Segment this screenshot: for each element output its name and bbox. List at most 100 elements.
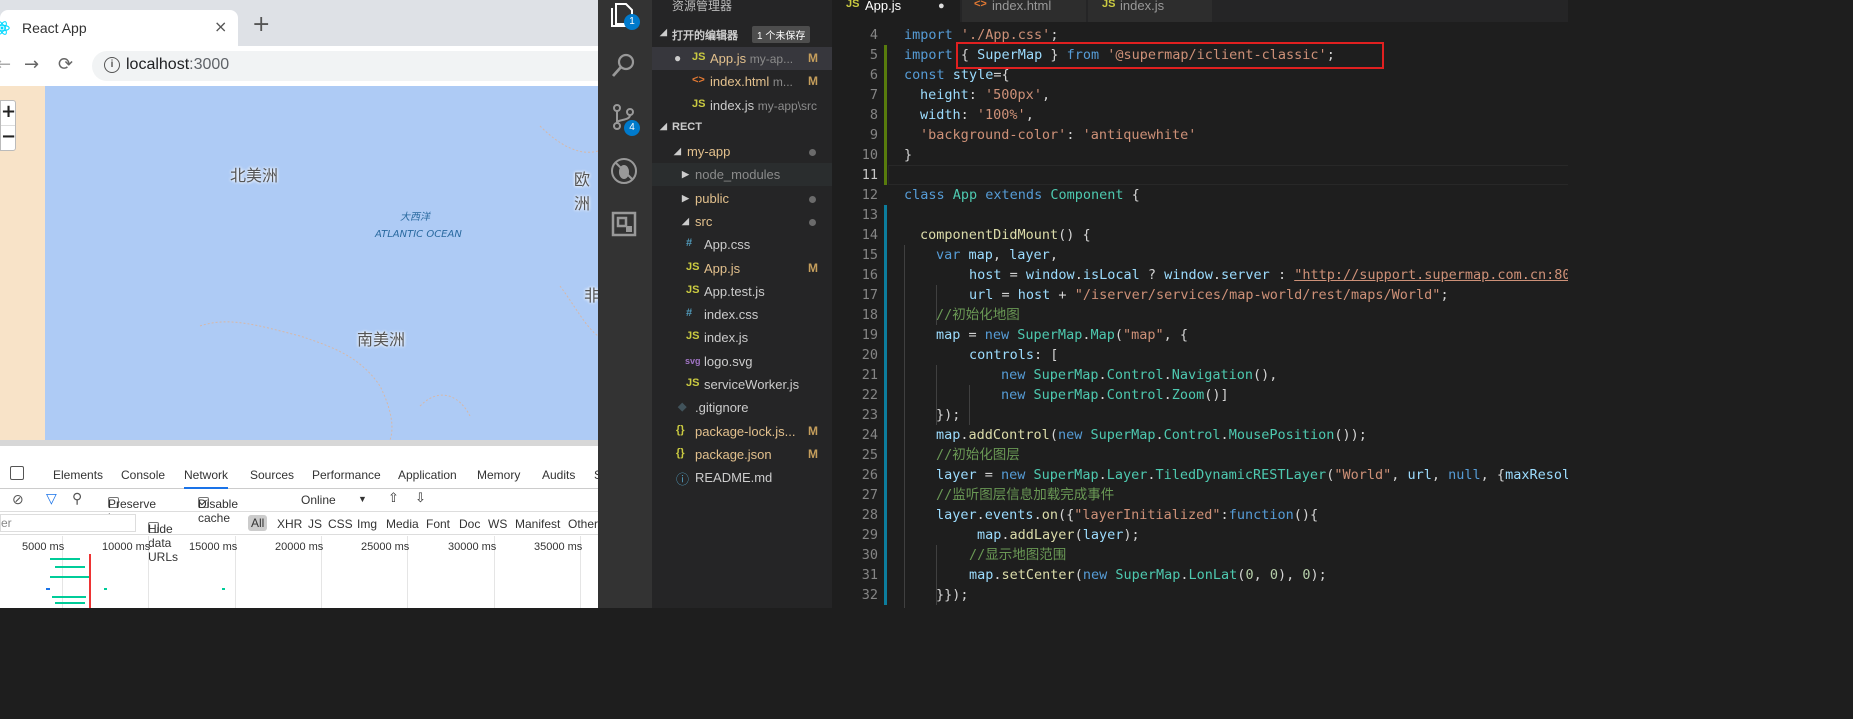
js-file-icon: JS	[846, 0, 860, 10]
search-icon[interactable]: ⚲	[72, 490, 82, 507]
code-line-28: layer.events.on({"layerInitialized":func…	[936, 505, 1318, 525]
tree-file-app-css[interactable]: # App.css	[652, 233, 832, 256]
editor-tab-app-js[interactable]: JS App.js ●	[832, 0, 960, 22]
tree-file-logo-svg[interactable]: svg logo.svg	[652, 350, 832, 373]
forward-icon[interactable]: →	[24, 54, 39, 75]
search-icon[interactable]	[610, 51, 638, 79]
open-editors-header[interactable]: ◢ 打开的编辑器 1 个未保存	[652, 23, 832, 45]
devtools-tab-audits[interactable]: Audits	[542, 468, 575, 482]
code-token: .	[1074, 267, 1083, 283]
tree-item-label: README.md	[695, 470, 773, 485]
devtools-tab-performance[interactable]: Performance	[312, 468, 381, 482]
dock-icon[interactable]	[10, 466, 24, 480]
filter-icon[interactable]: ▽	[46, 490, 57, 507]
editor-tab-index-js[interactable]: JS index.js	[1088, 0, 1212, 22]
tree-file-gitignore[interactable]: ◆ .gitignore	[652, 396, 832, 419]
code-token: map	[977, 527, 1002, 543]
filter-type-doc[interactable]: Doc	[459, 517, 480, 531]
dirty-dot-icon[interactable]: ●	[674, 51, 681, 65]
export-har-icon[interactable]: ⇩	[415, 490, 426, 506]
extensions-icon[interactable]	[610, 210, 638, 238]
code-token: .	[1033, 507, 1042, 523]
code-token: .	[1163, 387, 1172, 403]
filter-type-js[interactable]: JS	[308, 517, 322, 531]
new-tab-button[interactable]: +	[252, 14, 270, 36]
code-line-23: });	[936, 405, 960, 425]
map-zoom-control: + −	[0, 100, 16, 151]
devtools-tab-application[interactable]: Application	[398, 468, 457, 482]
code-line-31: map.setCenter(new SuperMap.LonLat(0, 0),…	[969, 565, 1327, 585]
tree-file-readme-md[interactable]: ⓘ README.md	[652, 466, 832, 489]
tree-folder-src[interactable]: ◢ src	[652, 210, 832, 233]
map-zoom-out-button[interactable]: −	[1, 126, 16, 150]
line-number: 26	[861, 467, 878, 483]
tree-folder-my-app[interactable]: ◢ my-app	[652, 140, 832, 163]
site-info-icon[interactable]: i	[104, 57, 120, 73]
dirty-dot-icon[interactable]: ●	[938, 0, 945, 12]
tree-file-index-css[interactable]: # index.css	[652, 303, 832, 326]
tree-item-label: App.test.js	[704, 284, 765, 299]
filter-type-media[interactable]: Media	[386, 517, 419, 531]
clear-icon[interactable]: ⊘	[12, 491, 24, 508]
filter-type-css[interactable]: CSS	[328, 517, 353, 531]
tree-folder-node-modules[interactable]: ▶ node_modules	[652, 163, 832, 186]
chevron-down-icon[interactable]: ▼	[358, 494, 367, 504]
filter-type-img[interactable]: Img	[357, 517, 377, 531]
throttle-select[interactable]: Online	[301, 493, 336, 507]
line-number: 9	[869, 127, 878, 143]
tree-folder-public[interactable]: ▶ public	[652, 187, 832, 210]
filter-type-ws[interactable]: WS	[488, 517, 507, 531]
devtools-tab-memory[interactable]: Memory	[477, 468, 520, 482]
code-area[interactable]: 4 5 6 7 8 9 10 11 12 13 14 15 16 17 18 1…	[832, 24, 1568, 608]
code-token: (	[1074, 527, 1083, 543]
js-file-icon: JS	[692, 98, 706, 110]
import-har-icon[interactable]: ⇧	[388, 490, 399, 506]
open-editor-app-js[interactable]: ● JS App.js my-ap... M	[652, 47, 832, 70]
tree-file-package-json[interactable]: {} package.json M	[652, 443, 832, 466]
tree-file-package-lock-json[interactable]: {} package-lock.js... M	[652, 420, 832, 443]
code-token: map	[936, 427, 961, 443]
tab-close-icon[interactable]: ×	[214, 17, 227, 36]
tree-file-app-js[interactable]: JS App.js M	[652, 257, 832, 280]
devtools-tab-sources[interactable]: Sources	[250, 468, 294, 482]
browser-tab-strip: React App × +	[0, 0, 598, 46]
code-token: addLayer	[1009, 527, 1075, 543]
tree-file-index-js[interactable]: JS index.js	[652, 326, 832, 349]
network-overview-timeline[interactable]: 5000 ms 10000 ms 15000 ms 20000 ms 25000…	[0, 536, 598, 608]
map-zoom-in-button[interactable]: +	[1, 101, 16, 126]
filter-type-manifest[interactable]: Manifest	[515, 517, 560, 531]
filter-type-other[interactable]: Other	[568, 517, 598, 531]
devtools-tab-network[interactable]: Network	[184, 468, 229, 489]
devtools-tab-elements[interactable]: Elements	[53, 468, 103, 482]
tree-file-app-test-js[interactable]: JS App.test.js	[652, 280, 832, 303]
line-number: 13	[861, 207, 878, 223]
tree-file-service-worker-js[interactable]: JS serviceWorker.js	[652, 373, 832, 396]
map-label-north-america: 北美洲	[230, 166, 279, 185]
project-header[interactable]: ◢ RECT	[652, 117, 832, 139]
browser-tab-react-app[interactable]: React App ×	[0, 10, 238, 46]
open-editor-index-html[interactable]: <> index.html m... M	[652, 70, 832, 93]
line-number: 22	[861, 387, 878, 403]
url-text[interactable]: localhost:3000	[126, 56, 229, 74]
css-file-icon: #	[686, 237, 693, 249]
git-modified-gutter	[884, 205, 887, 605]
code-token: "World"	[1334, 467, 1392, 483]
open-editor-index-js[interactable]: JS index.js my-app\src	[652, 94, 832, 117]
back-icon[interactable]: ←	[0, 54, 11, 75]
map-view[interactable]: 北美洲 南美洲 欧洲 非 大西洋 ATLANTIC OCEAN + −	[0, 86, 598, 440]
debug-icon[interactable]	[610, 157, 638, 185]
filter-type-xhr[interactable]: XHR	[277, 517, 302, 531]
devtools-tab-console[interactable]: Console	[121, 468, 165, 482]
tree-item-label: package.json	[695, 447, 772, 462]
filter-type-font[interactable]: Font	[426, 517, 450, 531]
code-token: './App.css'	[960, 27, 1051, 43]
explorer-title: 资源管理器	[672, 0, 733, 13]
code-line-19: map = new SuperMap.Map("map", {	[936, 325, 1188, 345]
filter-input[interactable]: er	[0, 514, 136, 532]
reload-icon[interactable]: ⟳	[58, 54, 73, 75]
address-bar[interactable]: i localhost:3000	[92, 51, 598, 81]
filter-type-all[interactable]: All	[248, 515, 268, 531]
editor-tab-index-html[interactable]: <> index.html	[962, 0, 1086, 22]
code-token: 0	[1245, 567, 1254, 583]
code-token: new	[984, 327, 1018, 343]
